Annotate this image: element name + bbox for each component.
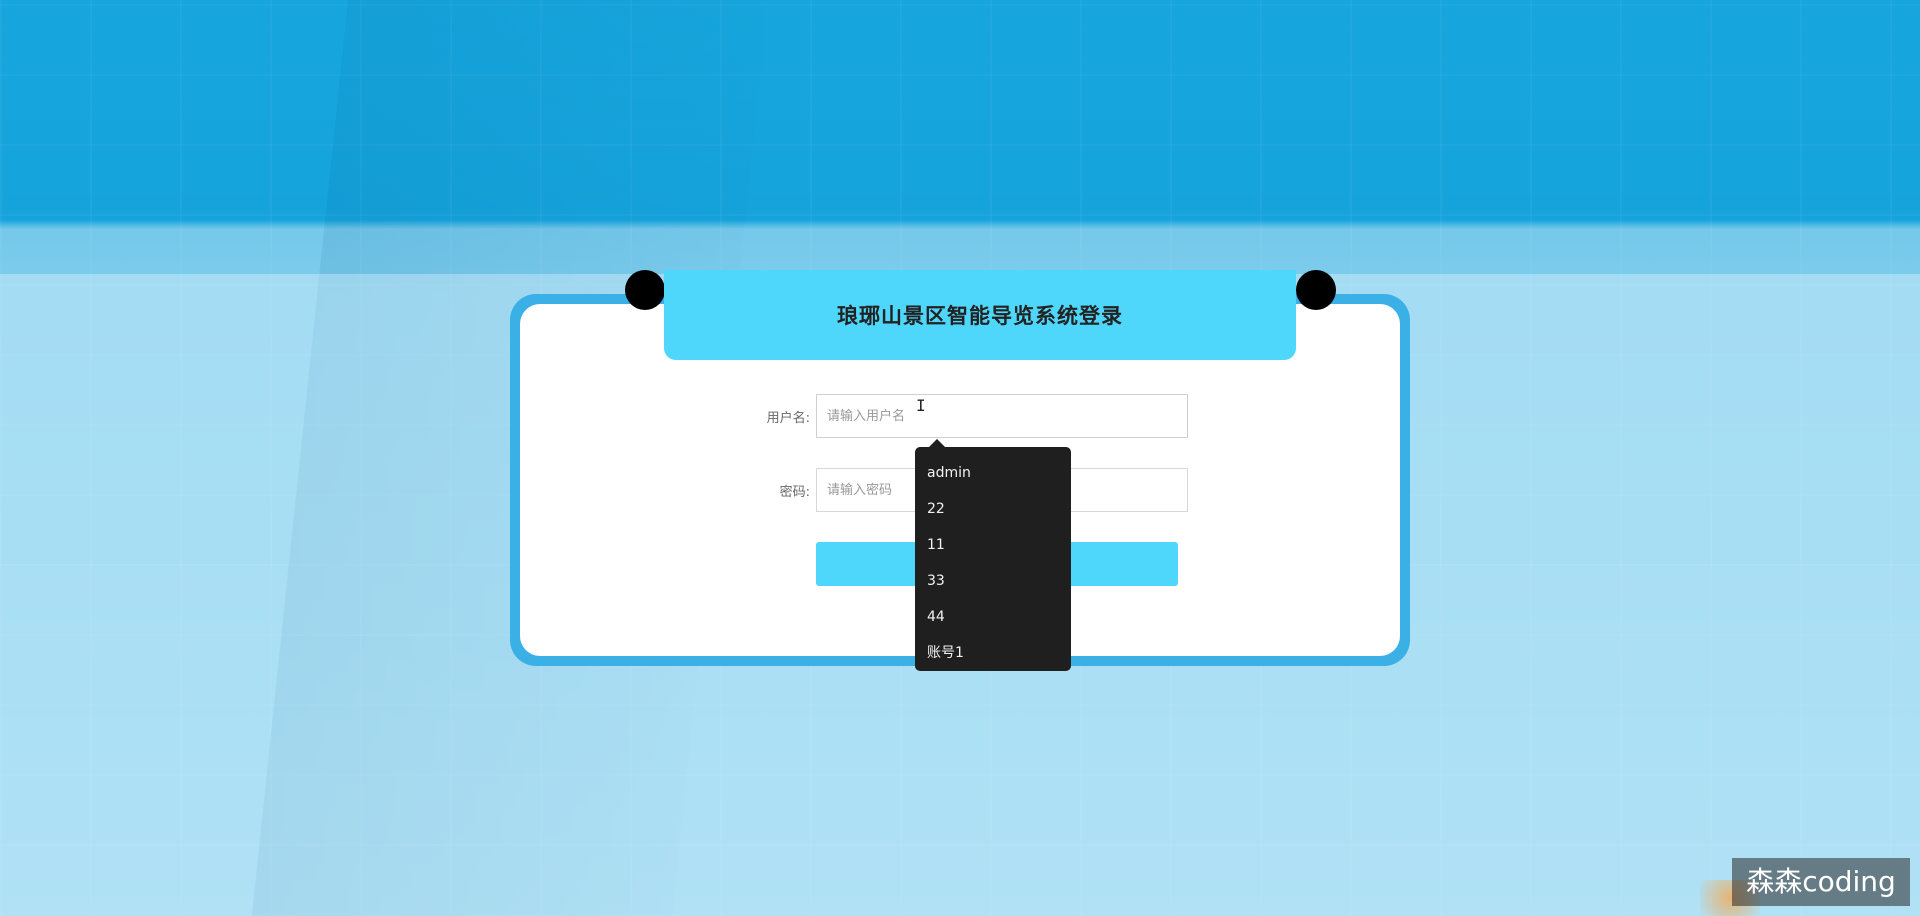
background-top-band bbox=[0, 0, 1920, 274]
password-label: 密码: bbox=[779, 484, 810, 500]
title-banner: 琅琊山景区智能导览系统登录 bbox=[664, 270, 1296, 360]
autocomplete-item[interactable]: 11 bbox=[915, 527, 1071, 563]
login-title: 琅琊山景区智能导览系统登录 bbox=[837, 304, 1123, 328]
banner-right-knob bbox=[1296, 270, 1336, 310]
login-page: 琅琊山景区智能导览系统登录 用户名: 密码: I admin 22 11 33 … bbox=[0, 0, 1920, 916]
autocomplete-item[interactable]: admin bbox=[915, 455, 1071, 491]
watermark: 森森coding bbox=[1732, 858, 1910, 906]
autocomplete-item[interactable]: 22 bbox=[915, 491, 1071, 527]
autocomplete-dropdown: admin 22 11 33 44 账号1 bbox=[915, 447, 1071, 671]
text-cursor-icon: I bbox=[916, 396, 926, 415]
autocomplete-item[interactable]: 33 bbox=[915, 563, 1071, 599]
username-row: 用户名: bbox=[700, 393, 1188, 439]
username-input[interactable] bbox=[816, 394, 1188, 438]
autocomplete-item[interactable]: 账号1 bbox=[915, 635, 1071, 671]
username-label: 用户名: bbox=[766, 410, 810, 426]
banner-left-knob bbox=[625, 270, 665, 310]
autocomplete-item[interactable]: 44 bbox=[915, 599, 1071, 635]
